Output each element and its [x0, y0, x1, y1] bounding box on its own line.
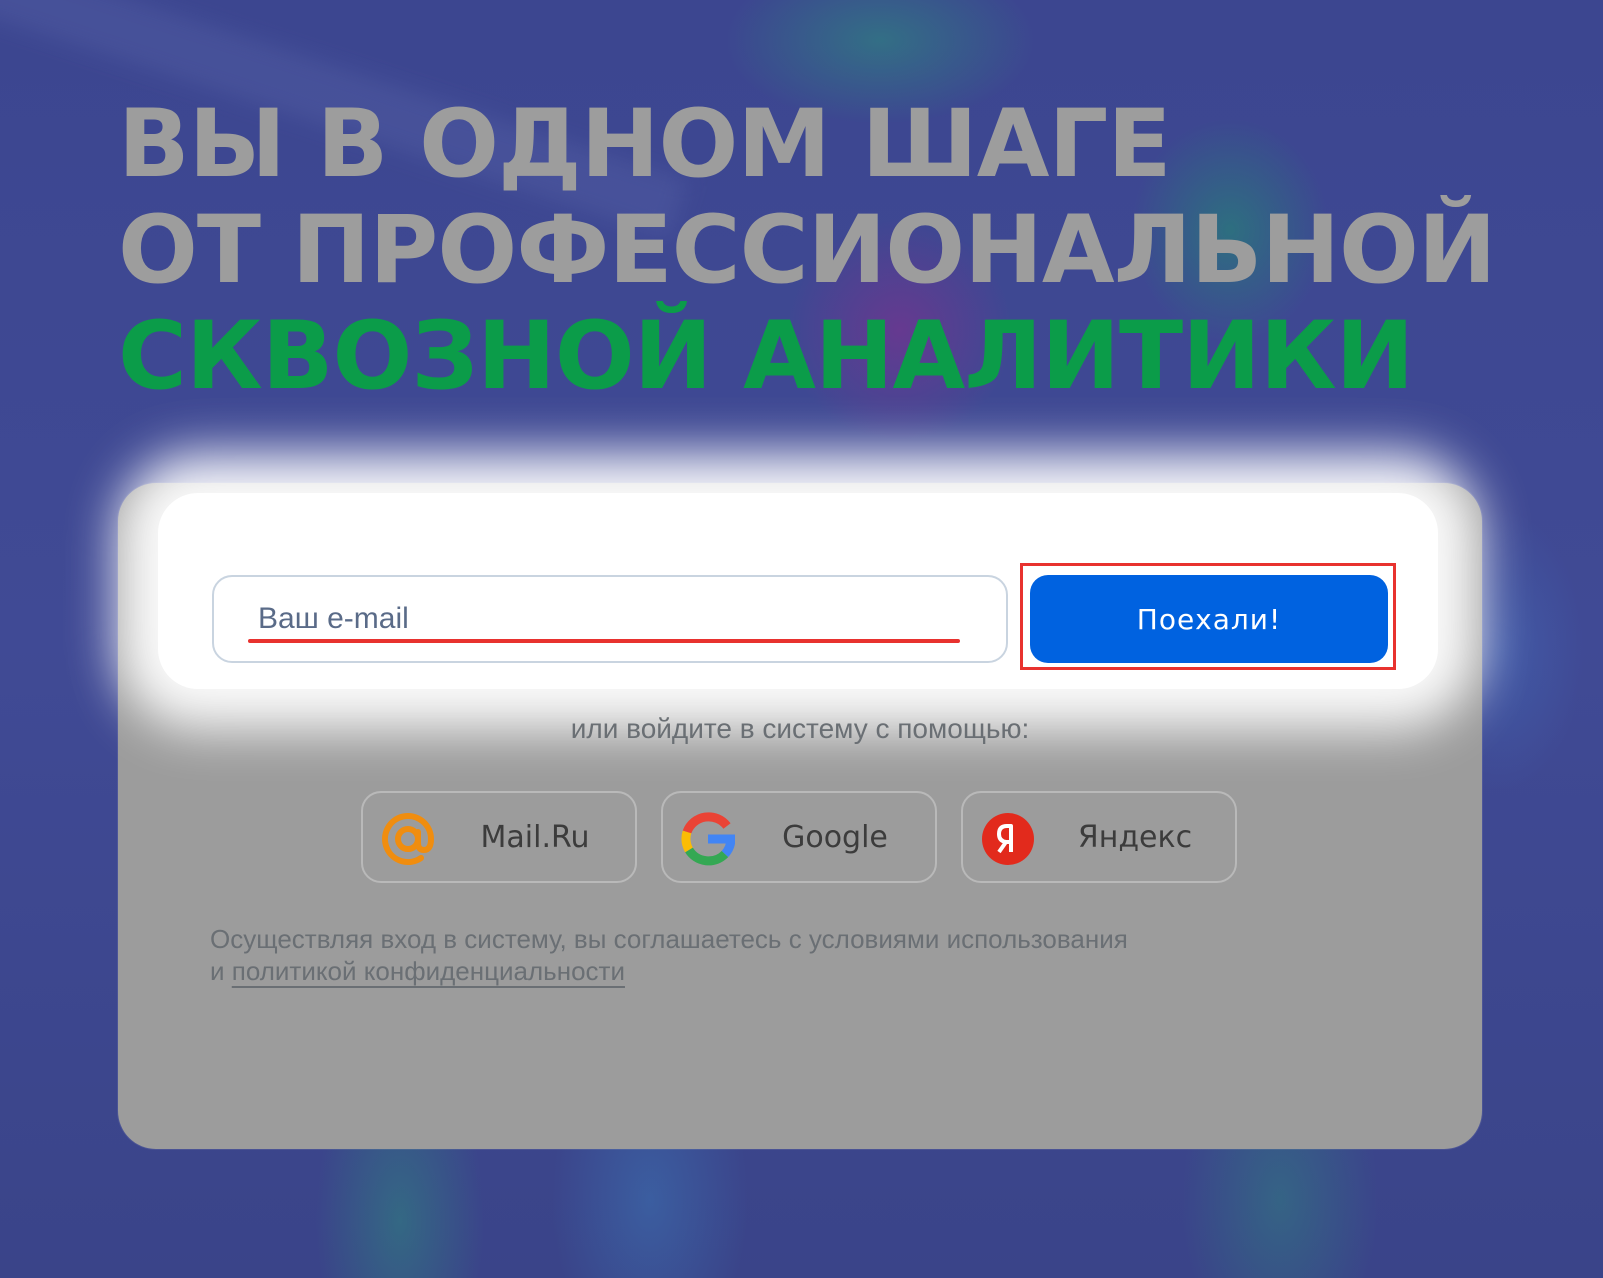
google-login-button[interactable]: Google [661, 791, 937, 883]
headline-line-3: СКВОЗНОЙ АНАЛИТИКИ [118, 302, 1414, 411]
terms-notice: Осуществляя вход в систему, вы соглашает… [210, 923, 1128, 987]
terms-prefix: и [210, 956, 225, 986]
terms-line-2: и политикой конфиденциальности [210, 955, 1128, 987]
yandex-ya-icon [982, 813, 1034, 865]
google-label: Google [782, 819, 888, 855]
yandex-login-button[interactable]: Яндекс [961, 791, 1237, 883]
email-underline-annotation [248, 639, 960, 643]
yandex-label: Яндекс [1077, 819, 1193, 855]
login-card: Поехали! или войдите в систему с помощью… [118, 483, 1482, 1149]
at-sign-icon [382, 813, 435, 865]
terms-line-1: Осуществляя вход в систему, вы соглашает… [210, 924, 1128, 954]
privacy-policy-link[interactable]: политикой конфиденциальности [232, 956, 625, 986]
mailru-label: Mail.Ru [480, 819, 590, 855]
alt-login-text: или войдите в систему с помощью: [570, 713, 1030, 744]
mailru-login-button[interactable]: Mail.Ru [361, 791, 637, 883]
social-login-row: Mail.Ru Google Яндекс [361, 791, 1237, 883]
headline-line-2: ОТ ПРОФЕССИОНАЛЬНОЙ [118, 196, 1497, 305]
email-input[interactable] [212, 575, 1008, 663]
headline-line-1: ВЫ В ОДНОМ ШАГЕ [118, 90, 1172, 199]
google-g-icon [681, 812, 735, 866]
page-headline: ВЫ В ОДНОМ ШАГЕ ОТ ПРОФЕССИОНАЛЬНОЙ СКВО… [118, 90, 1497, 411]
submit-button[interactable]: Поехали! [1030, 575, 1388, 663]
